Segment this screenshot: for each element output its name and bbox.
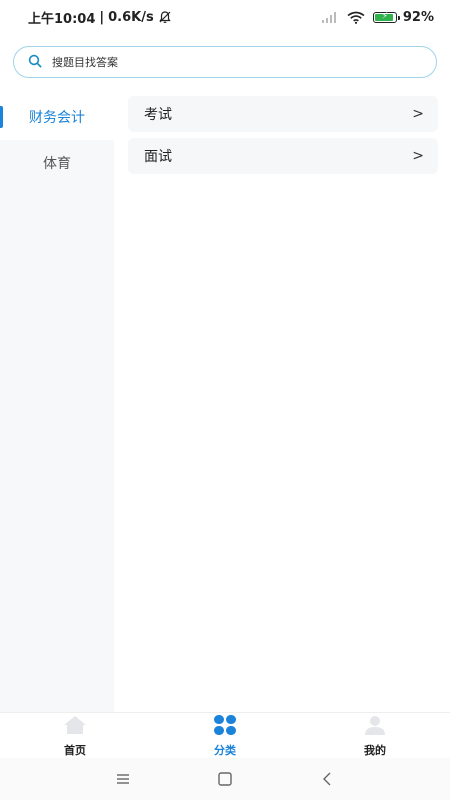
tab-category[interactable]: 分类 [150,713,300,759]
chevron-right-icon: > [412,106,424,122]
tab-label: 我的 [364,743,386,757]
home-square-icon[interactable] [213,767,237,791]
list-item-exam[interactable]: 考试 > [128,96,438,132]
battery-indicator: ⚡ 92% [372,9,434,25]
search-bar[interactable]: 搜题目找答案 [13,46,437,78]
status-left: 上午10:04 | 0.6K/s [28,8,172,27]
wifi-icon [347,11,365,24]
tab-home[interactable]: 首页 [0,713,150,759]
category-sidebar: 财务会计 体育 [0,94,114,712]
list-item-interview[interactable]: 面试 > [128,138,438,174]
menu-icon[interactable] [111,767,135,791]
sidebar-item-sports[interactable]: 体育 [0,140,114,186]
tab-label: 首页 [64,743,86,757]
list-item-label: 面试 [144,149,172,165]
battery-icon: ⚡ [372,11,400,23]
system-nav-bar [0,758,450,800]
chevron-right-icon: > [412,148,424,164]
search-icon [28,53,42,72]
signal-icon [321,11,339,23]
back-icon[interactable] [315,767,339,791]
tab-label: 分类 [214,743,236,757]
subcategory-list: 考试 > 面试 > [128,96,438,180]
bell-muted-icon [158,10,172,24]
tab-mine[interactable]: 我的 [300,713,450,759]
network-speed: 0.6K/s [108,9,154,25]
search-placeholder: 搜题目找答案 [52,56,118,69]
status-time: 上午10:04 [28,11,96,27]
charging-bolt-icon: ⚡ [381,11,389,22]
list-item-label: 考试 [144,107,172,123]
person-icon [363,715,387,739]
category-grid-icon [213,714,237,739]
battery-percent: 92% [402,9,434,25]
sidebar-item-label: 财务会计 [29,110,85,126]
sidebar-item-label: 体育 [43,156,71,172]
status-bar: 上午10:04 | 0.6K/s ⚡ 92% [0,0,450,34]
status-right: ⚡ 92% [321,10,434,25]
home-icon [63,715,87,739]
status-separator: | [99,9,105,25]
bottom-tab-bar: 首页 分类 我的 [0,712,450,759]
sidebar-item-accounting[interactable]: 财务会计 [0,94,114,140]
